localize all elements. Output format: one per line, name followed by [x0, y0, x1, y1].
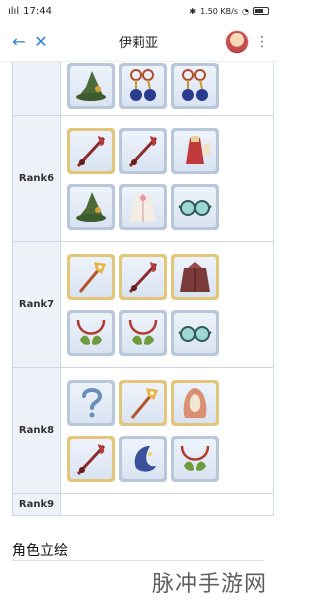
equipment-item[interactable] — [67, 309, 115, 356]
status-time: 17:44 — [23, 5, 52, 17]
equipment-item[interactable] — [119, 253, 167, 300]
rank-row: Rank9 — [13, 494, 273, 516]
items-cell — [61, 368, 273, 493]
equipment-item[interactable] — [67, 253, 115, 300]
rank-label: Rank8 — [13, 368, 61, 493]
staff-icon — [76, 135, 106, 167]
necklace-icon — [128, 319, 158, 345]
robe-icon — [130, 193, 156, 222]
equipment-item[interactable] — [119, 63, 167, 109]
dress-icon — [186, 135, 210, 164]
wifi-icon: ◔ — [242, 6, 249, 16]
equipment-item[interactable] — [67, 183, 115, 230]
avatar[interactable] — [225, 29, 249, 54]
items-cell — [61, 116, 273, 241]
hat-icon — [76, 191, 106, 222]
close-button[interactable]: ✕ — [30, 31, 52, 53]
signal-icon: ılıl — [8, 5, 20, 17]
necklace-icon — [180, 445, 210, 471]
staff-icon — [128, 261, 158, 293]
goggles-icon — [178, 325, 212, 342]
equipment-item[interactable] — [67, 379, 115, 426]
staff-icon — [128, 135, 158, 167]
status-right: ✱ 1.50 KB/s ◔ — [189, 7, 269, 16]
item-line — [67, 379, 267, 426]
rank-row: Rank6 — [13, 116, 273, 242]
rank-row — [13, 62, 273, 116]
back-arrow-icon: ← — [12, 32, 26, 51]
equipment-item[interactable] — [67, 127, 115, 174]
equipment-item[interactable] — [119, 435, 167, 482]
close-icon: ✕ — [34, 32, 48, 51]
items-cell — [61, 242, 273, 367]
rank-row: Rank7 — [13, 242, 273, 368]
hat-icon — [76, 71, 106, 101]
network-speed: 1.50 KB/s — [200, 6, 239, 16]
status-bar: ılıl 17:44 ✱ 1.50 KB/s ◔ — [0, 0, 277, 22]
items-cell — [61, 62, 273, 115]
item-line — [67, 435, 267, 482]
cloak-icon — [180, 261, 210, 292]
more-options-icon[interactable]: ⋮ — [255, 34, 269, 50]
bluetooth-icon: ✱ — [189, 6, 197, 16]
section-title: 角色立绘 — [12, 543, 68, 559]
staff-icon — [76, 443, 106, 475]
moon-icon — [134, 445, 156, 472]
wand-icon — [78, 261, 106, 293]
equipment-item[interactable] — [171, 127, 219, 174]
rank-label — [13, 62, 61, 115]
rank-label: Rank7 — [13, 242, 61, 367]
item-line — [67, 63, 267, 109]
back-button[interactable]: ← — [8, 31, 30, 53]
equipment-item[interactable] — [119, 127, 167, 174]
items-cell — [61, 494, 273, 515]
equipment-item[interactable] — [171, 63, 219, 109]
equipment-item[interactable] — [171, 253, 219, 300]
equipment-item[interactable] — [119, 183, 167, 230]
app-header: ← ✕ 伊莉亚 ⋮ — [0, 22, 277, 62]
question-icon — [82, 387, 103, 417]
equipment-item[interactable] — [119, 309, 167, 356]
wand-icon — [130, 387, 158, 419]
amulet-icon — [182, 69, 208, 101]
battery-icon — [253, 7, 269, 15]
goggles-icon — [178, 199, 212, 216]
equipment-item[interactable] — [119, 379, 167, 426]
equipment-item[interactable] — [67, 435, 115, 482]
status-left: ılıl 17:44 — [8, 6, 52, 17]
equipment-item[interactable] — [171, 435, 219, 482]
amulet-icon — [130, 69, 156, 101]
rank-label: Rank9 — [13, 494, 61, 515]
equipment-item[interactable] — [67, 63, 115, 109]
equipment-item[interactable] — [171, 183, 219, 230]
equipment-item[interactable] — [171, 309, 219, 356]
rank-equipment-table: Rank6 Rank7 Rank8 Rank9 — [12, 62, 274, 516]
header-right: ⋮ — [225, 29, 269, 54]
divider — [12, 560, 264, 561]
item-line — [67, 183, 267, 230]
rank-row: Rank8 — [13, 368, 273, 494]
item-line — [67, 253, 267, 300]
item-line — [67, 309, 267, 356]
necklace-icon — [76, 319, 106, 345]
watermark: 脉冲手游网 — [151, 572, 267, 597]
rank-label: Rank6 — [13, 116, 61, 241]
item-line — [67, 127, 267, 174]
equipment-item[interactable] — [171, 379, 219, 426]
hood-icon — [183, 387, 207, 418]
